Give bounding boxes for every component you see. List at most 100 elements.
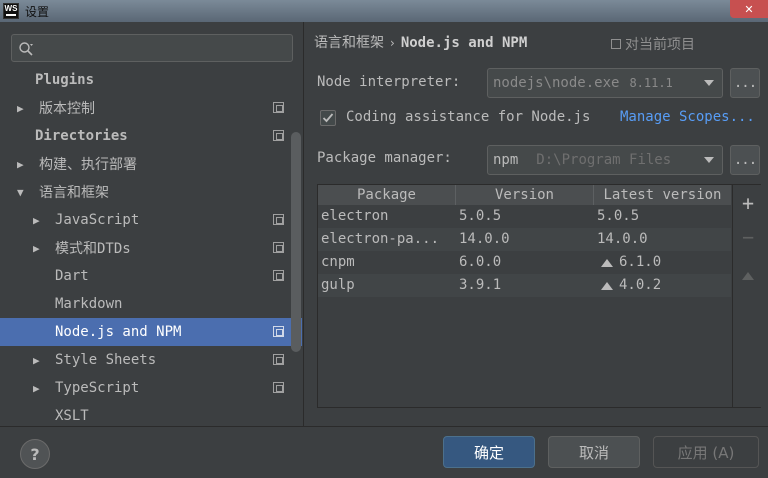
window-title: 设置 bbox=[25, 4, 50, 19]
coding-assistance-checkbox[interactable] bbox=[320, 110, 336, 126]
cancel-button[interactable]: 取消 bbox=[548, 436, 640, 468]
add-package-button[interactable]: + bbox=[733, 193, 763, 213]
package-latest-version-cell: 4.0.2 bbox=[597, 274, 731, 297]
collapsed-arrow-icon[interactable]: ▶ bbox=[33, 214, 40, 227]
table-header: Package Version Latest version bbox=[318, 185, 731, 205]
sidebar-scrollbar[interactable] bbox=[291, 132, 301, 352]
package-name-cell: gulp bbox=[321, 274, 456, 297]
package-version-cell: 5.0.5 bbox=[459, 205, 594, 228]
coding-assistance-label[interactable]: Coding assistance for Node.js bbox=[346, 109, 590, 125]
column-header-latest-version[interactable]: Latest version bbox=[594, 185, 731, 205]
project-level-icon bbox=[273, 270, 284, 281]
sidebar-item-label: TypeScript bbox=[55, 380, 140, 396]
chevron-down-icon bbox=[696, 146, 722, 174]
sidebar-item[interactable]: Dart bbox=[0, 262, 302, 290]
sidebar-item-label: Dart bbox=[55, 268, 89, 284]
package-version-cell: 3.9.1 bbox=[459, 274, 594, 297]
package-latest-version-cell-text: 4.0.2 bbox=[619, 277, 662, 293]
column-header-package[interactable]: Package bbox=[318, 185, 456, 205]
package-latest-version-cell-text: 6.1.0 bbox=[619, 254, 662, 270]
table-row[interactable]: cnpm 6.0.0 6.1.0 bbox=[318, 251, 731, 274]
window-close-button[interactable]: ✕ bbox=[730, 0, 768, 18]
sidebar-item-label: XSLT bbox=[55, 408, 89, 424]
node-interpreter-label: Node interpreter: bbox=[317, 74, 461, 90]
project-level-icon bbox=[273, 382, 284, 393]
package-name-cell: cnpm bbox=[321, 251, 456, 274]
column-header-version[interactable]: Version bbox=[456, 185, 594, 205]
sidebar-item-label: 版本控制 bbox=[39, 101, 95, 117]
sidebar-item-label: Style Sheets bbox=[55, 352, 157, 368]
dialog-footer: ? 确定 取消 应用 (A) bbox=[0, 426, 768, 478]
package-latest-version-cell: 5.0.5 bbox=[597, 205, 731, 228]
table-row[interactable]: gulp 3.9.1 4.0.2 bbox=[318, 274, 731, 297]
project-level-icon bbox=[273, 130, 284, 141]
sidebar-item[interactable]: ▶ 版本控制 bbox=[0, 94, 302, 122]
expanded-arrow-icon[interactable]: ▼ bbox=[17, 186, 24, 199]
breadcrumb-parent[interactable]: 语言和框架 bbox=[314, 35, 384, 51]
package-version-cell: 14.0.0 bbox=[459, 228, 594, 251]
table-row[interactable]: electron 5.0.5 5.0.5 bbox=[318, 205, 731, 228]
sidebar-item[interactable]: Directories bbox=[0, 122, 302, 150]
sidebar-item[interactable]: ▶ 模式和DTDs bbox=[0, 234, 302, 262]
sidebar-item-label: Plugins bbox=[35, 72, 95, 88]
breadcrumb-current: Node.js and NPM bbox=[400, 35, 528, 51]
sidebar-item-label: JavaScript bbox=[55, 212, 140, 228]
sidebar-item[interactable]: ▶ JavaScript bbox=[0, 206, 302, 234]
help-button[interactable]: ? bbox=[20, 439, 50, 469]
project-icon bbox=[611, 39, 621, 49]
sidebar-item-label: Directories bbox=[35, 128, 128, 144]
package-name-cell-text: electron-pa... bbox=[321, 231, 440, 247]
settings-search-input[interactable] bbox=[11, 34, 293, 62]
sidebar-item[interactable]: ▶ TypeScript bbox=[0, 374, 302, 402]
node-interpreter-value: nodejs\node.exe bbox=[493, 75, 620, 91]
manage-scopes-link[interactable]: Manage Scopes... bbox=[620, 109, 755, 125]
apply-button[interactable]: 应用 (A) bbox=[653, 436, 759, 468]
package-version-cell-text: 14.0.0 bbox=[459, 231, 510, 247]
search-icon bbox=[19, 42, 33, 56]
package-version-cell-text: 5.0.5 bbox=[459, 208, 502, 224]
table-row[interactable]: electron-pa... 14.0.0 14.0.0 bbox=[318, 228, 731, 251]
package-name-cell-text: cnpm bbox=[321, 254, 355, 270]
package-name-cell-text: gulp bbox=[321, 277, 355, 293]
title-bar: WS 设置 ✕ bbox=[0, 0, 768, 22]
project-level-icon bbox=[273, 214, 284, 225]
package-latest-version-cell-text: 14.0.0 bbox=[597, 231, 648, 247]
upgrade-available-icon bbox=[601, 281, 613, 290]
upgrade-package-button[interactable] bbox=[733, 263, 763, 283]
package-manager-select[interactable]: npm D:\Program Files bbox=[487, 145, 723, 175]
package-manager-path: D:\Program Files bbox=[536, 152, 672, 168]
collapsed-arrow-icon[interactable]: ▶ bbox=[33, 354, 40, 367]
webstorm-app-icon: WS bbox=[3, 3, 19, 19]
project-scope-label: 对当前项目 bbox=[625, 37, 695, 53]
node-interpreter-select[interactable]: nodejs\node.exe 8.11.1 bbox=[487, 68, 723, 98]
package-version-cell: 6.0.0 bbox=[459, 251, 594, 274]
remove-package-button[interactable]: − bbox=[733, 227, 763, 247]
package-manager-value: npm bbox=[493, 152, 519, 168]
package-version-cell-text: 3.9.1 bbox=[459, 277, 502, 293]
collapsed-arrow-icon[interactable]: ▶ bbox=[17, 158, 24, 171]
sidebar-item[interactable]: ▶ 构建、执行部署 bbox=[0, 150, 302, 178]
sidebar-item-label: Markdown bbox=[55, 296, 123, 312]
sidebar-item[interactable]: Markdown bbox=[0, 290, 302, 318]
breadcrumb-separator: › bbox=[390, 36, 395, 50]
node-interpreter-browse-button[interactable]: ... bbox=[730, 68, 760, 98]
collapsed-arrow-icon[interactable]: ▶ bbox=[17, 102, 24, 115]
sidebar-item[interactable]: ▶ Style Sheets bbox=[0, 346, 302, 374]
chevron-down-icon bbox=[696, 69, 722, 97]
sidebar-item-label: 语言和框架 bbox=[39, 185, 109, 201]
package-manager-browse-button[interactable]: ... bbox=[730, 145, 760, 175]
collapsed-arrow-icon[interactable]: ▶ bbox=[33, 382, 40, 395]
sidebar-item[interactable]: Node.js and NPM bbox=[0, 318, 302, 346]
package-name-cell-text: electron bbox=[321, 208, 389, 224]
project-level-icon bbox=[273, 354, 284, 365]
table-toolbar: + − bbox=[732, 185, 762, 407]
sidebar-item[interactable]: ▼ 语言和框架 bbox=[0, 178, 302, 206]
sidebar-item[interactable]: XSLT bbox=[0, 402, 302, 426]
sidebar-item[interactable]: Plugins bbox=[0, 66, 302, 94]
collapsed-arrow-icon[interactable]: ▶ bbox=[33, 242, 40, 255]
ok-button[interactable]: 确定 bbox=[443, 436, 535, 468]
close-icon: ✕ bbox=[744, 2, 754, 16]
project-scope-indicator: 对当前项目 bbox=[611, 34, 695, 54]
project-level-icon bbox=[273, 102, 284, 113]
upgrade-available-icon bbox=[601, 258, 613, 267]
